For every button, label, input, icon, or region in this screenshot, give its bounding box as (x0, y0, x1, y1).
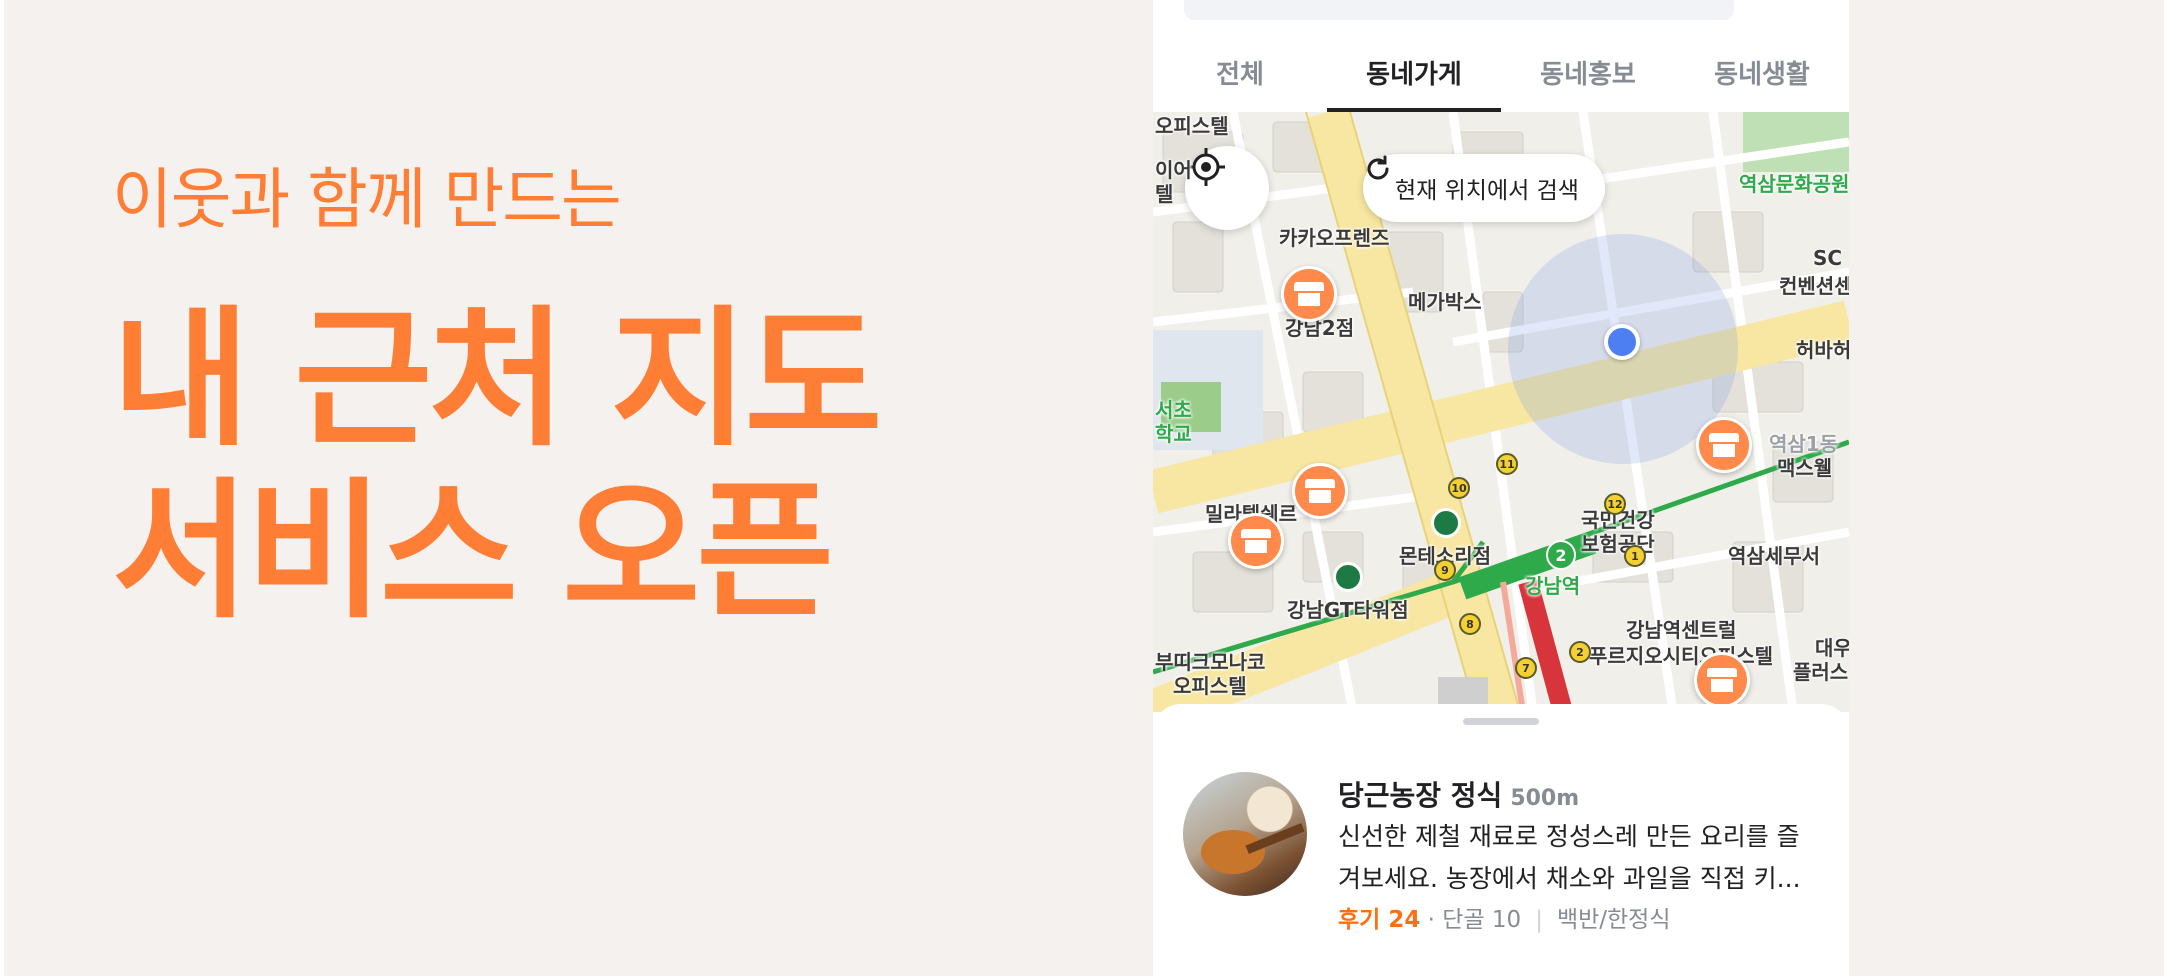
store-icon (1305, 479, 1335, 503)
map-label: 플러스 (1793, 660, 1849, 684)
subway-exit-marker: 9 (1434, 559, 1456, 581)
store-icon (1709, 433, 1739, 457)
sheet-drag-handle[interactable] (1463, 718, 1539, 725)
right-background (1849, 0, 2164, 976)
review-count[interactable]: 후기 24 (1338, 907, 1420, 933)
subway-exit-marker: 11 (1496, 453, 1518, 475)
store-pin[interactable] (1292, 463, 1348, 519)
promo-subtitle: 이웃과 함께 만드는 (112, 161, 622, 238)
map-label: 카카오프렌즈 (1279, 226, 1390, 250)
store-icon (1707, 668, 1737, 692)
headline-line-1: 내 근처 지도 (112, 293, 882, 467)
map-label: 컨벤션센 (1779, 274, 1849, 298)
tab-local-promo[interactable]: 동네홍보 (1501, 40, 1675, 112)
store-icon (1241, 529, 1271, 553)
subway-exit-marker: 2 (1569, 641, 1591, 663)
store-meta: 후기 24 · 단골 10 | 백반/한정식 (1338, 907, 1671, 933)
store-pin[interactable] (1696, 417, 1752, 473)
map-label: 역삼문화공원 (1739, 172, 1849, 196)
promo-hero: 이웃과 함께 만드는 내 근처 지도 서비스 오픈 (112, 160, 882, 639)
research-here-button[interactable]: 현재 위치에서 검색 (1363, 154, 1605, 222)
tab-local-stores[interactable]: 동네가게 (1327, 40, 1501, 112)
map-view[interactable]: 현재 위치에서 검색 오피스텔 이어 텔 카카오프렌즈 메가박스 강남2점 서초… (1153, 112, 1849, 712)
left-edge-line (0, 0, 4, 976)
store-icon (1294, 282, 1324, 306)
regulars-count: 단골 10 (1442, 907, 1522, 933)
store-title[interactable]: 당근농장 정식 500m (1338, 774, 1579, 814)
promo-headline: 내 근처 지도 서비스 오픈 (112, 293, 882, 639)
current-location-dot (1604, 324, 1640, 360)
bottom-sheet[interactable]: 당근농장 정식 500m 신선한 제철 재료로 정성스레 만든 요리를 즐겨보세요… (1153, 704, 1849, 976)
map-label: 강남역센트럴 (1626, 618, 1737, 642)
store-distance: 500m (1510, 786, 1580, 811)
store-name: 당근농장 정식 (1338, 779, 1503, 812)
store-description: 신선한 제철 재료로 정성스레 만든 요리를 즐겨보세요. 농장에서 채소와 과… (1338, 822, 1801, 893)
map-label: 학교 (1155, 422, 1192, 446)
starbucks-icon (1333, 562, 1363, 592)
map-label: 역삼세무서 (1728, 544, 1820, 568)
map-label: 맥스웰 (1777, 456, 1833, 480)
search-bar[interactable] (1184, 0, 1734, 20)
headline-line-2: 서비스 오픈 (112, 465, 834, 639)
store-pin[interactable] (1694, 652, 1750, 708)
tab-all[interactable]: 전체 (1153, 40, 1327, 112)
map-label: 허바허 (1796, 338, 1849, 362)
store-pin[interactable] (1281, 266, 1337, 322)
research-label: 현재 위치에서 검색 (1395, 178, 1579, 204)
map-label: 강남GT타워점 (1287, 598, 1409, 622)
locate-me-button[interactable] (1185, 146, 1269, 230)
store-category: 백반/한정식 (1556, 907, 1671, 933)
map-label: 오피스텔 (1155, 114, 1229, 138)
map-label: 강남역 (1525, 574, 1581, 598)
tab-local-life[interactable]: 동네생활 (1675, 40, 1849, 112)
guitar-image-part (1201, 830, 1265, 874)
map-label: 텔 (1155, 182, 1174, 206)
subway-exit-marker: 10 (1448, 477, 1470, 499)
phone-screen: 전체 동네가게 동네홍보 동네생활 현재 위치에서 검색 오피스텔 이어 텔 카… (1153, 0, 1849, 976)
map-label: 오피스텔 (1173, 674, 1247, 698)
store-thumbnail[interactable] (1183, 772, 1307, 896)
category-tabs: 전체 동네가게 동네홍보 동네생활 (1153, 40, 1849, 112)
subway-exit-marker: 1 (1624, 545, 1646, 567)
map-label: SC (1813, 246, 1843, 270)
store-pin[interactable] (1228, 513, 1284, 569)
map-label: 메가박스 (1408, 290, 1482, 314)
subway-exit-marker: 7 (1515, 657, 1537, 679)
subway-exit-marker: 8 (1459, 613, 1481, 635)
line2-badge: 2 (1546, 540, 1576, 570)
subway-exit-marker: 12 (1604, 493, 1626, 515)
starbucks-icon (1431, 508, 1461, 538)
